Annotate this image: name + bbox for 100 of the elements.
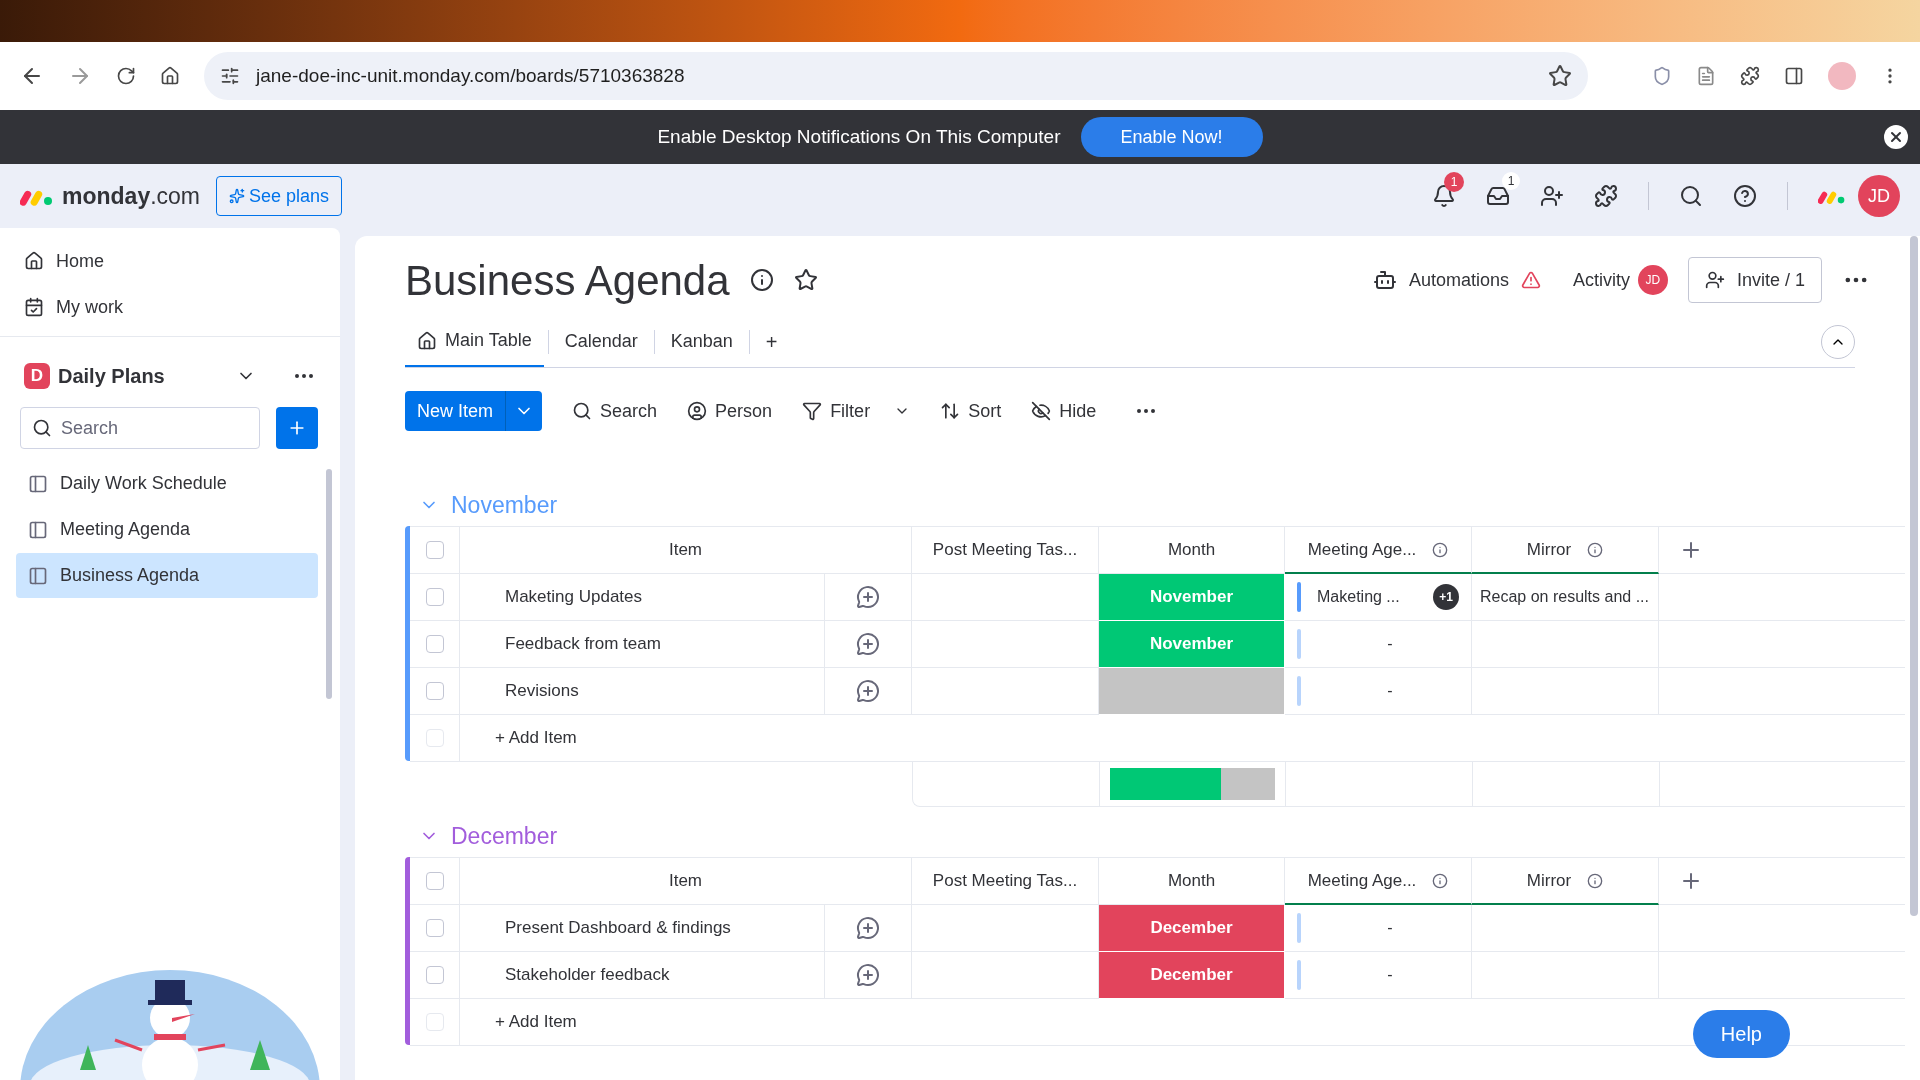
info-icon[interactable]: [1432, 872, 1449, 889]
close-icon[interactable]: [1884, 125, 1908, 149]
extensions-icon[interactable]: [1740, 66, 1760, 86]
info-icon[interactable]: [749, 268, 774, 292]
inbox-icon[interactable]: [1486, 184, 1510, 208]
column-header[interactable]: Post Meeting Tas...: [932, 868, 1078, 894]
board-icon: [28, 565, 48, 586]
url-text[interactable]: jane-doe-inc-unit.monday.com/boards/5710363828: [256, 61, 1532, 91]
help-icon[interactable]: [1733, 184, 1757, 208]
nav-item[interactable]: Home: [24, 244, 316, 278]
add-button[interactable]: [276, 407, 318, 449]
agenda-link[interactable]: Maketing ...: [1317, 585, 1400, 609]
empty-cell[interactable]: [1472, 952, 1659, 999]
group-title[interactable]: December: [451, 818, 558, 854]
info-icon[interactable]: [1587, 872, 1604, 889]
invite-button[interactable]: Invite / 1: [1687, 257, 1822, 303]
address-bar[interactable]: jane-doe-inc-unit.monday.com/boards/5710363828: [204, 52, 1588, 100]
notifications-icon[interactable]: [1432, 184, 1456, 208]
board-title: Business Agenda: [405, 255, 730, 306]
column-header[interactable]: Item: [668, 537, 703, 563]
home-icon[interactable]: [160, 66, 180, 86]
column-header[interactable]: Meeting Age...: [1307, 536, 1417, 563]
add-item-button[interactable]: + Add Item: [495, 1009, 577, 1035]
automations-button[interactable]: Automations: [1372, 266, 1541, 294]
new-item-button[interactable]: New Item: [405, 391, 543, 431]
column-header[interactable]: Month: [1167, 868, 1216, 894]
scrollbar[interactable]: [326, 469, 332, 699]
checkbox[interactable]: [425, 682, 444, 700]
eye-off-icon: [1031, 401, 1052, 421]
inbox-badge: 1: [1502, 172, 1520, 190]
item-name[interactable]: Maketing Updates: [505, 584, 643, 610]
checkbox[interactable]: [425, 541, 444, 559]
side-panel-icon[interactable]: [1784, 66, 1804, 86]
column-header[interactable]: Mirror: [1526, 867, 1572, 894]
checkbox[interactable]: [425, 919, 444, 937]
scrollbar[interactable]: [1910, 236, 1918, 916]
search-field[interactable]: Search: [20, 407, 260, 449]
item-name[interactable]: Revisions: [505, 678, 579, 704]
add-update-icon[interactable]: [856, 916, 880, 940]
add-view-button[interactable]: +: [753, 326, 790, 357]
count-badge[interactable]: +1: [1433, 584, 1459, 610]
agenda-link[interactable]: -: [1309, 963, 1471, 987]
agenda-link[interactable]: -: [1309, 632, 1471, 656]
nav-item[interactable]: My work: [24, 290, 316, 324]
add-update-icon[interactable]: [856, 679, 880, 703]
column-header[interactable]: Post Meeting Tas...: [932, 537, 1078, 563]
empty-cell[interactable]: [1472, 905, 1659, 952]
enable-button[interactable]: Enable Now!: [1080, 117, 1263, 157]
board-item[interactable]: Meeting Agenda: [16, 507, 318, 552]
item-name[interactable]: Present Dashboard & findings: [505, 915, 731, 941]
add-update-icon[interactable]: [856, 585, 880, 609]
empty-cell[interactable]: [1472, 621, 1659, 668]
view-tab[interactable]: Calendar: [552, 316, 650, 367]
empty-cell[interactable]: [1472, 668, 1659, 715]
column-header[interactable]: Month: [1167, 537, 1216, 563]
info-icon[interactable]: [1432, 541, 1449, 558]
help-button[interactable]: Help: [1692, 1010, 1790, 1058]
site-info-icon[interactable]: [220, 66, 240, 86]
status-cell[interactable]: December: [1099, 905, 1285, 952]
board-item[interactable]: Business Agenda: [16, 553, 318, 598]
column-header[interactable]: Item: [668, 868, 703, 894]
apps-icon[interactable]: [1594, 184, 1618, 208]
toolbar-button[interactable]: Search: [572, 397, 658, 425]
board-item[interactable]: Daily Work Schedule: [16, 461, 318, 506]
logo-text: monday.com: [62, 181, 201, 211]
shield-icon[interactable]: [1652, 66, 1672, 86]
add-update-icon[interactable]: [856, 963, 880, 987]
checkbox[interactable]: [425, 588, 444, 606]
info-icon[interactable]: [1587, 541, 1604, 558]
toolbar-button[interactable]: Hide: [1031, 397, 1097, 425]
search-icon[interactable]: [1679, 184, 1703, 208]
checkbox[interactable]: [425, 872, 444, 890]
invite-icon[interactable]: [1540, 184, 1564, 208]
column-header[interactable]: Mirror: [1526, 536, 1572, 563]
document-icon[interactable]: [1696, 66, 1716, 86]
status-cell[interactable]: [1099, 668, 1285, 715]
toolbar-button[interactable]: Person: [687, 397, 773, 425]
see-plans-button[interactable]: See plans: [216, 176, 343, 216]
view-tab[interactable]: Kanban: [658, 316, 745, 367]
checkbox[interactable]: [425, 635, 444, 653]
calendar-check-icon: [24, 297, 44, 317]
toolbar-button[interactable]: Filter: [802, 397, 911, 425]
add-update-icon[interactable]: [856, 632, 880, 656]
user-avatar[interactable]: JD: [1858, 175, 1900, 217]
reload-icon[interactable]: [116, 66, 136, 86]
column-header[interactable]: Meeting Age...: [1307, 867, 1417, 894]
checkbox[interactable]: [425, 966, 444, 984]
view-tab[interactable]: Main Table: [405, 316, 544, 367]
agenda-link[interactable]: -: [1309, 679, 1471, 703]
activity-button[interactable]: Activity JD: [1572, 265, 1668, 295]
item-name[interactable]: Feedback from team: [505, 631, 661, 657]
bookmark-icon[interactable]: [1548, 64, 1572, 88]
favorite-icon[interactable]: [793, 268, 818, 292]
workspace-name[interactable]: Daily Plans: [58, 361, 236, 391]
item-name[interactable]: Stakeholder feedback: [505, 962, 670, 988]
status-cell[interactable]: December: [1099, 952, 1285, 999]
agenda-link[interactable]: -: [1309, 916, 1471, 940]
toolbar-button[interactable]: Sort: [940, 397, 1002, 425]
add-item-button[interactable]: + Add Item: [495, 725, 577, 751]
sort-icon: [940, 401, 961, 421]
